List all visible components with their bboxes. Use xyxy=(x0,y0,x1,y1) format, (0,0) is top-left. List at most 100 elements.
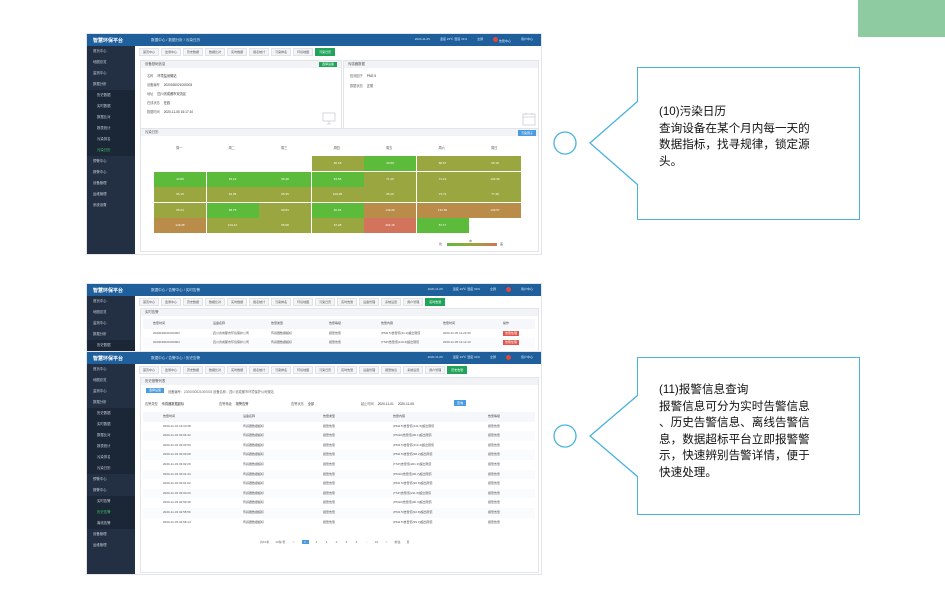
tab[interactable]: 环境地图 xyxy=(293,366,314,374)
sidebar-item[interactable]: 实时数据 xyxy=(87,419,135,430)
sidebar-item[interactable]: 报表统计 xyxy=(87,123,135,134)
sidebar-item[interactable]: 历史数据 xyxy=(87,408,135,419)
calendar-day-cell[interactable]: 73.72 xyxy=(416,187,469,202)
sidebar-item[interactable]: 实时数据 xyxy=(87,101,135,112)
table-row[interactable]: 2020-11-03 03:03:08 传感器数据超标 报警告警 (PM2.5)告警值… xyxy=(143,450,535,460)
sidebar-item[interactable]: 地图总览 xyxy=(87,57,135,68)
prev-page-button[interactable]: < xyxy=(292,540,296,544)
calendar-day-cell[interactable]: 149.29 xyxy=(364,202,416,218)
tab[interactable]: 用户管理 xyxy=(403,298,424,306)
table-row[interactable]: 2020-11-03 03:03:50 传感器数据超标 报警告警 (PM2.5)告警值… xyxy=(143,441,535,451)
sidebar-item[interactable]: 污染排名 xyxy=(87,452,135,463)
calendar-day-cell[interactable]: 43.89 xyxy=(154,171,206,187)
tab[interactable]: 设备管理 xyxy=(359,298,380,306)
user-menu-button[interactable]: 用户中心 xyxy=(521,355,533,361)
tab[interactable]: 污染排名 xyxy=(271,366,292,374)
sidebar-item[interactable]: 数据比对 xyxy=(87,112,135,123)
sidebar-item[interactable]: 污染日历 xyxy=(87,463,135,474)
page-button[interactable]: 3 xyxy=(325,540,329,544)
sidebar-item[interactable]: 首页中心 xyxy=(87,364,135,375)
page-button[interactable]: 5 xyxy=(345,540,349,544)
sidebar-item[interactable]: 设备管理 xyxy=(87,529,135,540)
page-button[interactable]: 6 xyxy=(355,540,359,544)
sidebar-item[interactable]: 地图总览 xyxy=(87,307,135,318)
tab[interactable]: 首页中心 xyxy=(139,48,160,56)
page-button[interactable]: 10 xyxy=(375,540,379,544)
alarm-center-button[interactable]: 告警中心 xyxy=(493,37,511,43)
calendar-day-cell[interactable]: 65.24 xyxy=(154,202,206,218)
sidebar-item[interactable]: 运维管理 xyxy=(87,540,135,551)
calendar-day-cell[interactable]: 64.35 xyxy=(206,187,259,202)
tab[interactable]: 数据比对 xyxy=(205,48,226,56)
sidebar-item[interactable]: 历史告警 xyxy=(87,507,135,518)
tab[interactable]: 首页中心 xyxy=(139,298,160,306)
select-device-button[interactable]: 选择设备 xyxy=(146,388,165,393)
table-row[interactable]: 2020-11-03 03:02:26 传感器数据超标 报警告警 (TSP)告警值(2… xyxy=(143,460,535,470)
table-row[interactable]: 2020-11-03 03:01:02 传感器数据超标 报警告警 (PM2.5)告警值… xyxy=(143,479,535,489)
tab[interactable]: 实时数据 xyxy=(227,366,248,374)
tab[interactable]: 污染日历 xyxy=(315,298,336,306)
tab[interactable]: 历史数据 xyxy=(183,366,204,374)
sidebar-item[interactable]: 设备管理 xyxy=(87,178,135,189)
table-row[interactable]: 2020-11-03 02:58:56 传感器数据超标 报警告警 (PM2.5)告警值… xyxy=(143,508,535,518)
table-row[interactable]: 2020-11-03 03:00:20 传感器数据超标 报警告警 (TSP)告警值(2… xyxy=(143,488,535,499)
sidebar-item[interactable]: 监测中心 xyxy=(87,68,135,79)
table-row[interactable]: 2020-11-03 02:58:14 传感器数据超标 报警告警 (PM2.5)告警值… xyxy=(143,518,535,528)
sidebar-item[interactable]: 实时告警 xyxy=(87,496,135,507)
filter-value[interactable]: 2020-11-01 xyxy=(378,402,394,406)
tab[interactable]: 历史数据 xyxy=(183,298,204,306)
handle-alarm-button[interactable]: 告警处理 xyxy=(503,340,520,346)
tab[interactable]: 环境地图 xyxy=(293,48,314,56)
tab[interactable]: 首页中心 xyxy=(139,366,160,374)
table-row[interactable]: 2020030021000003 四川省成都市环境保护公司 传感器数据超标 报警告警 (… xyxy=(143,329,535,339)
calendar-day-cell[interactable]: 69.83 xyxy=(259,202,311,218)
table-row[interactable]: 2020-11-04 19:10:38 传感器数据超标 报警告警 (PM2.5)告警值… xyxy=(143,422,535,432)
tab[interactable]: 历史数据 xyxy=(183,48,204,56)
sidebar-item[interactable]: 数据分析 xyxy=(87,397,135,408)
sidebar-item[interactable]: 数据比对 xyxy=(87,430,135,441)
calendar-day-cell[interactable]: 103.14 xyxy=(206,218,259,233)
calendar-day-cell[interactable]: 65.26 xyxy=(364,187,416,202)
tab[interactable]: 监测中心 xyxy=(161,366,182,374)
calendar-day-cell[interactable]: 56.48 xyxy=(259,171,311,187)
tab[interactable]: 系统设置 xyxy=(403,366,424,374)
user-menu-button[interactable]: 用户中心 xyxy=(521,287,533,293)
page-button[interactable]: 4 xyxy=(335,540,339,544)
tab[interactable]: 历史告警 xyxy=(447,366,468,374)
sidebar-item[interactable]: 预警中心 xyxy=(87,156,135,167)
sidebar-item[interactable]: 监测中心 xyxy=(87,386,135,397)
tab[interactable]: 数据比对 xyxy=(205,366,226,374)
sidebar-item[interactable]: 污染日历 xyxy=(87,145,135,156)
tab[interactable]: 报表统计 xyxy=(249,298,270,306)
user-menu-button[interactable]: 用户中心 xyxy=(521,37,533,43)
calendar-day-cell[interactable]: 68.67 xyxy=(416,156,469,171)
sidebar-item[interactable]: 首页中心 xyxy=(87,46,135,57)
tab[interactable]: 实时告警 xyxy=(425,298,446,306)
sidebar-item[interactable]: 数据分析 xyxy=(87,79,135,90)
calendar-day-cell[interactable]: 129.57 xyxy=(469,202,521,218)
calendar-day-cell[interactable]: 131.59 xyxy=(416,202,469,218)
page-button[interactable]: ... xyxy=(365,540,369,544)
table-row[interactable]: 2020-11-03 03:04:32 传感器数据超标 报警告警 (PM10)告警值(… xyxy=(143,431,535,441)
tab[interactable]: 实时数据 xyxy=(227,298,248,306)
tab[interactable]: 污染日历 xyxy=(315,366,336,374)
tab[interactable]: 环境地图 xyxy=(293,298,314,306)
sidebar-item[interactable]: 运维管理 xyxy=(87,189,135,200)
calendar-day-cell[interactable]: 48.75 xyxy=(206,202,259,218)
sidebar-item[interactable]: 首页中心 xyxy=(87,296,135,307)
calendar-day-cell[interactable]: 67.28 xyxy=(311,218,364,233)
sidebar-item[interactable]: 报警中心 xyxy=(87,485,135,496)
next-page-button[interactable]: > xyxy=(385,540,389,544)
calendar-day-cell[interactable]: 71.13 xyxy=(416,171,469,187)
calendar-day-cell[interactable]: 65.15 xyxy=(154,187,206,202)
filter-value[interactable]: 传感器数据超标 xyxy=(162,402,184,406)
sidebar-item[interactable]: 报表统计 xyxy=(87,441,135,452)
sidebar-item[interactable]: 地图总览 xyxy=(87,375,135,386)
calendar-day-cell[interactable]: 40.04 xyxy=(311,202,364,218)
tab[interactable]: 实时告警 xyxy=(337,366,358,374)
calendar-day-cell[interactable]: 33.23 xyxy=(206,171,259,187)
tab[interactable]: 报警信息 xyxy=(381,366,402,374)
alarm-center-button[interactable] xyxy=(505,355,511,361)
sidebar-item[interactable]: 污染排名 xyxy=(87,134,135,145)
sidebar-item[interactable]: 系统设置 xyxy=(87,200,135,211)
